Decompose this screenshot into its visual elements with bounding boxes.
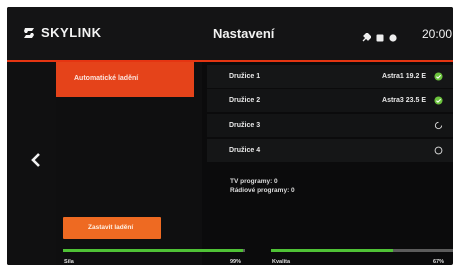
- satellite-value: Astra1 19.2 E: [382, 73, 426, 80]
- pin-icon: [362, 29, 372, 47]
- chevron-left-icon: [31, 153, 40, 167]
- satellite-row-4[interactable]: Družice 4: [207, 139, 453, 162]
- satellite-name: Družice 1: [229, 73, 261, 80]
- skylink-logo-icon: [23, 27, 36, 39]
- satellite-name: Družice 4: [229, 147, 261, 154]
- signal-strength-fill: [63, 249, 244, 252]
- dot-icon: [389, 29, 397, 47]
- signal-quality-bar: [271, 249, 453, 252]
- back-button[interactable]: [29, 152, 43, 168]
- check-circle-icon: [434, 72, 443, 81]
- loading-spinner-icon: [434, 121, 443, 130]
- tuning-results: TV programy: 0 Rádiové programy: 0: [230, 177, 295, 195]
- check-circle-icon: [434, 96, 443, 105]
- satellite-row-3[interactable]: Družice 3: [207, 114, 453, 137]
- brand-name: SKYLINK: [41, 25, 102, 40]
- empty-circle-icon: [434, 146, 443, 155]
- signal-strength-value: 99%: [230, 259, 242, 265]
- page-title: Nastavení: [213, 26, 275, 41]
- satellite-row-2[interactable]: Družice 2 Astra3 23.5 E: [207, 89, 453, 112]
- satellite-value: Astra3 23.5 E: [382, 97, 426, 104]
- satellite-row-1[interactable]: Družice 1 Astra1 19.2 E: [207, 65, 453, 88]
- tv-screen: SKYLINK Nastavení 20:00 Automatické ladě…: [7, 7, 453, 265]
- clock: 20:00: [422, 27, 453, 41]
- signal-quality-fill: [271, 249, 393, 252]
- square-icon: [376, 29, 384, 47]
- menu-item-auto-tuning[interactable]: Automatické ladění: [56, 62, 194, 97]
- tv-programs-count: TV programy: 0: [230, 178, 278, 185]
- signal-strength-bar: [63, 249, 245, 252]
- skylink-logo: SKYLINK: [23, 25, 102, 40]
- signal-strength-label: Síla: [64, 259, 74, 265]
- stop-tuning-button[interactable]: Zastavit ladění: [63, 217, 161, 239]
- signal-quality-label: Kvalita: [272, 259, 291, 265]
- satellite-name: Družice 2: [229, 97, 261, 104]
- header-bar: SKYLINK Nastavení 20:00: [7, 7, 453, 60]
- satellite-name: Družice 3: [229, 122, 261, 129]
- status-icons: [362, 29, 397, 47]
- radio-programs-count: Rádiové programy: 0: [230, 187, 295, 194]
- signal-quality-value: 67%: [433, 259, 445, 265]
